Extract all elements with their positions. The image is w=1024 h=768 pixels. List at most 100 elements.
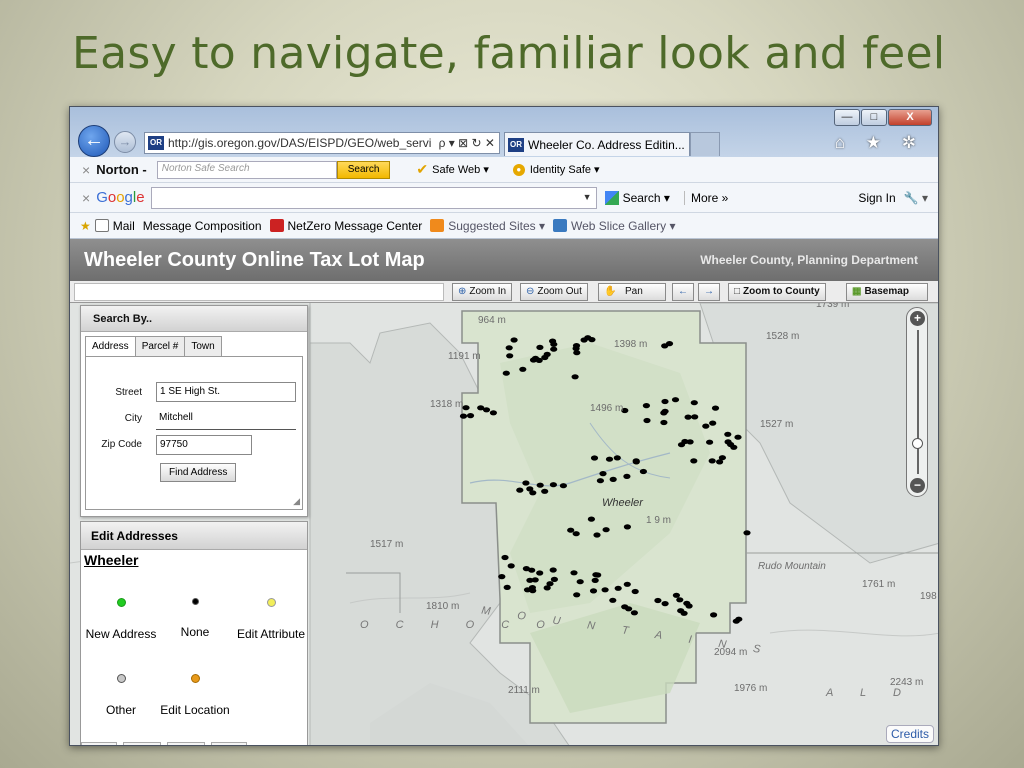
address-point[interactable]: [567, 527, 575, 533]
address-point[interactable]: [506, 353, 514, 359]
zip-input[interactable]: 97750: [156, 435, 252, 455]
address-point[interactable]: [519, 366, 527, 372]
address-point[interactable]: [510, 337, 518, 343]
tab-parcel[interactable]: Parcel #: [134, 336, 186, 357]
address-point[interactable]: [466, 413, 475, 419]
address-point[interactable]: [743, 530, 751, 536]
address-point[interactable]: [661, 408, 669, 414]
new-tab-button[interactable]: [690, 132, 720, 156]
google-sign-in-link[interactable]: Sign In: [858, 191, 895, 205]
norton-search-button[interactable]: Search: [336, 160, 391, 179]
address-point[interactable]: [572, 531, 580, 537]
google-search-input[interactable]: ▼: [150, 186, 597, 209]
zoom-to-county-button[interactable]: □ Zoom to County: [728, 283, 826, 301]
panel-stub[interactable]: [211, 742, 247, 745]
resize-grip-icon[interactable]: ◢: [293, 496, 300, 507]
address-point[interactable]: [502, 370, 510, 376]
address-point[interactable]: [631, 588, 639, 595]
address-point[interactable]: [459, 413, 468, 419]
wrench-icon[interactable]: 🔧 ▾: [904, 191, 928, 205]
address-point[interactable]: [549, 482, 557, 488]
address-point[interactable]: [526, 486, 534, 492]
address-point[interactable]: [605, 456, 614, 462]
address-point[interactable]: [734, 434, 742, 440]
legend-none[interactable]: None: [157, 598, 233, 639]
favorite-suggested-sites[interactable]: Suggested Sites ▾: [430, 219, 545, 233]
address-point[interactable]: [684, 414, 692, 420]
address-point[interactable]: [685, 603, 693, 609]
favorite-message-composition[interactable]: Message Composition: [143, 219, 262, 233]
address-point[interactable]: [623, 581, 631, 587]
address-point[interactable]: [625, 606, 633, 612]
panel-stub[interactable]: [81, 742, 117, 745]
address-point[interactable]: [591, 577, 599, 583]
address-point[interactable]: [706, 439, 714, 445]
find-address-button[interactable]: Find Address: [160, 463, 237, 482]
address-point[interactable]: [559, 483, 567, 489]
address-point[interactable]: [681, 438, 689, 445]
address-point[interactable]: [716, 459, 724, 465]
favorites-star-icon[interactable]: ★: [80, 219, 91, 233]
close-toolbar-icon[interactable]: ×: [82, 190, 90, 206]
address-point[interactable]: [599, 471, 607, 477]
address-point[interactable]: [623, 473, 631, 479]
address-actions[interactable]: ρ ▾ ⊠ ↻ ✕: [435, 136, 499, 150]
address-point[interactable]: [462, 405, 470, 411]
address-point[interactable]: [709, 420, 717, 426]
address-point[interactable]: [711, 405, 720, 411]
address-point[interactable]: [572, 345, 580, 352]
credits-link[interactable]: Credits: [885, 725, 934, 743]
back-arrow-icon[interactable]: ←: [78, 125, 110, 157]
address-point[interactable]: [529, 588, 537, 594]
address-point[interactable]: [594, 572, 602, 578]
address-bar[interactable]: OR http://gis.oregon.gov/DAS/EISPD/GEO/w…: [144, 132, 500, 154]
address-point[interactable]: [546, 581, 554, 587]
address-point[interactable]: [550, 346, 558, 352]
address-point[interactable]: [671, 397, 680, 403]
panel-stub[interactable]: [167, 742, 205, 745]
address-point[interactable]: [501, 554, 509, 561]
address-point[interactable]: [643, 417, 651, 424]
safe-web-menu[interactable]: ✔ Safe Web ▾: [416, 161, 488, 178]
legend-other[interactable]: Other: [83, 674, 159, 717]
pan-button[interactable]: ✋ Pan: [598, 283, 666, 301]
address-point[interactable]: [589, 588, 598, 594]
address-point[interactable]: [580, 337, 588, 343]
favorite-netzero[interactable]: NetZero Message Center: [269, 219, 422, 233]
address-point[interactable]: [672, 592, 681, 598]
basemap-button[interactable]: ▦ Basemap: [846, 283, 928, 301]
address-point[interactable]: [570, 570, 578, 576]
address-point[interactable]: [576, 579, 584, 585]
address-point[interactable]: [724, 431, 732, 437]
address-point[interactable]: [630, 610, 639, 616]
address-point[interactable]: [503, 584, 511, 590]
address-point[interactable]: [660, 419, 668, 426]
next-extent-button[interactable]: →: [698, 283, 720, 301]
address-point[interactable]: [536, 570, 544, 576]
address-point[interactable]: [708, 458, 716, 464]
norton-logo[interactable]: Norton -: [96, 162, 147, 177]
address-point[interactable]: [609, 597, 617, 603]
address-point[interactable]: [489, 410, 497, 416]
address-point[interactable]: [550, 576, 558, 582]
google-search-button[interactable]: Search ▾: [604, 190, 670, 205]
address-point[interactable]: [702, 423, 710, 429]
address-point[interactable]: [732, 618, 740, 624]
zoom-slider[interactable]: + −: [906, 307, 928, 497]
address-point[interactable]: [590, 455, 599, 461]
zoom-out-button[interactable]: ⊖ Zoom Out: [520, 283, 588, 301]
address-point[interactable]: [639, 468, 648, 475]
address-point[interactable]: [498, 574, 506, 580]
zoom-minus-icon[interactable]: −: [910, 478, 925, 493]
favorite-web-slice-gallery[interactable]: Web Slice Gallery ▾: [553, 219, 676, 233]
forward-arrow-icon[interactable]: →: [114, 131, 136, 153]
panel-stub[interactable]: [123, 742, 161, 745]
google-more-button[interactable]: More »: [683, 190, 728, 205]
address-point[interactable]: [710, 612, 718, 618]
close-toolbar-icon[interactable]: ×: [82, 162, 90, 178]
address-point[interactable]: [654, 597, 662, 604]
home-favorites-tools-icons[interactable]: ⌂ ★ ✲: [835, 133, 924, 153]
chevron-down-icon[interactable]: ▼: [583, 192, 592, 202]
favorite-mail[interactable]: Mail: [94, 219, 135, 233]
address-point[interactable]: [690, 400, 698, 406]
